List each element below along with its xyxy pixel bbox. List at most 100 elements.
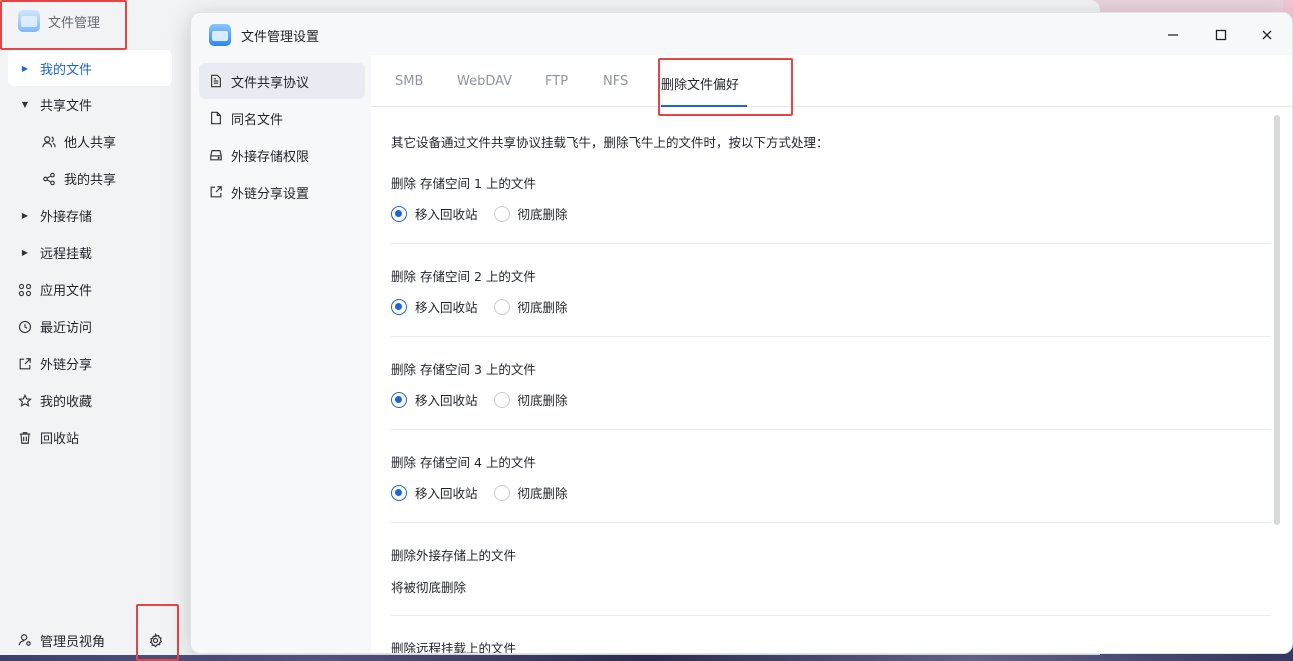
radio-group-storage-4: 移入回收站 彻底删除 [391, 483, 584, 502]
radio-delete-permanently[interactable] [493, 205, 510, 222]
radio-label: 彻底删除 [517, 207, 568, 222]
sidebar-item-app-files[interactable]: 应用文件 [0, 271, 180, 308]
sidebar-item-label: 最近访问 [40, 321, 93, 336]
sidebar-item-external-links[interactable]: 外链分享 [0, 345, 180, 382]
group-title-external-storage: 删除外接存储上的文件 [391, 548, 517, 563]
highlight-box-settings [136, 604, 179, 661]
minimize-button[interactable] [1163, 25, 1183, 45]
highlight-box-delete-tab [658, 58, 793, 116]
sidebar-item-my-files[interactable]: ▶ 我的文件 [8, 50, 172, 86]
sidebar-item-label: 我的收藏 [40, 395, 93, 410]
maximize-button[interactable] [1211, 25, 1231, 45]
sidebar-item-external-storage[interactable]: ▶ 外接存储 [0, 197, 180, 234]
radio-label: 移入回收站 [415, 207, 478, 222]
caret-right-icon: ▶ [21, 211, 29, 220]
group-title-remote-mount: 删除远程挂载上的文件 [391, 641, 517, 654]
trash-icon [18, 431, 32, 445]
file-icon [209, 111, 223, 125]
external-link-icon [209, 185, 223, 199]
radio-move-to-trash[interactable] [391, 205, 407, 222]
settings-content-panel: SMB WebDAV FTP NFS 删除文件偏好 其它设备通过文件共享协议挂载… [371, 55, 1292, 654]
share-icon [42, 172, 56, 186]
radio-delete-permanently[interactable] [493, 391, 510, 408]
external-link-icon [18, 357, 32, 371]
radio-group-storage-2: 移入回收站 彻底删除 [391, 297, 584, 316]
group-title-storage-3: 删除 存储空间 3 上的文件 [391, 362, 536, 377]
sidebar-item-recent[interactable]: 最近访问 [0, 308, 180, 345]
dialog-title: 文件管理设置 [241, 29, 320, 45]
close-icon [1262, 30, 1272, 40]
users-icon [42, 135, 56, 149]
sidebar-item-label: 外接存储 [40, 210, 93, 225]
radio-group-storage-1: 移入回收站 彻底删除 [391, 204, 584, 223]
apps-icon [18, 283, 32, 297]
nav-item-file-sharing-protocol[interactable]: 文件共享协议 [199, 63, 365, 99]
group-title-storage-4: 删除 存储空间 4 上的文件 [391, 455, 536, 470]
sidebar-item-label: 他人共享 [64, 136, 117, 151]
radio-group-storage-3: 移入回收站 彻底删除 [391, 390, 584, 409]
divider [391, 615, 1271, 616]
dialog-header: 文件管理设置 [191, 13, 1292, 57]
nav-item-same-name-files[interactable]: 同名文件 [199, 100, 365, 136]
drive-icon [209, 148, 223, 162]
radio-delete-permanently[interactable] [493, 298, 510, 315]
caret-right-icon: ▶ [21, 248, 29, 257]
maximize-icon [1215, 29, 1227, 41]
sidebar: ▶ 我的文件 ▼ 共享文件 他人共享 我的共享 ▶ 外接存储 ▶ 远程挂载 应用… [0, 50, 180, 456]
nav-item-external-link-settings[interactable]: 外链分享设置 [199, 174, 365, 210]
nav-item-label: 同名文件 [231, 112, 284, 128]
sidebar-item-label: 外链分享 [40, 358, 93, 373]
sidebar-item-remote-mount[interactable]: ▶ 远程挂载 [0, 234, 180, 271]
minimize-icon [1168, 34, 1178, 36]
tab-smb[interactable]: SMB [395, 74, 423, 89]
radio-label: 移入回收站 [415, 486, 478, 501]
group-title-storage-2: 删除 存储空间 2 上的文件 [391, 269, 536, 284]
tab-nfs[interactable]: NFS [603, 74, 628, 89]
admin-user-icon [18, 633, 32, 647]
caret-right-icon: ▶ [21, 63, 29, 73]
protocol-tabs: SMB WebDAV FTP NFS 删除文件偏好 [371, 55, 1292, 107]
nav-item-label: 外接存储权限 [231, 149, 310, 165]
sidebar-item-label: 回收站 [40, 432, 80, 447]
sidebar-item-label: 应用文件 [40, 284, 93, 299]
radio-label: 彻底删除 [517, 486, 568, 501]
radio-label: 彻底删除 [517, 300, 568, 315]
clock-icon [18, 320, 32, 334]
divider [391, 429, 1271, 430]
radio-label: 彻底删除 [517, 393, 568, 408]
highlight-box-app-title [0, 0, 127, 50]
sidebar-item-my-shares[interactable]: 我的共享 [0, 160, 180, 197]
sidebar-item-favorites[interactable]: 我的收藏 [0, 382, 180, 419]
sidebar-item-trash[interactable]: 回收站 [0, 419, 180, 456]
sidebar-item-shared-files[interactable]: ▼ 共享文件 [0, 86, 180, 123]
scrollbar[interactable] [1274, 115, 1280, 525]
radio-move-to-trash[interactable] [391, 391, 407, 408]
external-storage-note: 将被彻底删除 [391, 580, 467, 595]
admin-view-label: 管理员视角 [40, 634, 106, 650]
tab-ftp[interactable]: FTP [545, 74, 568, 89]
radio-move-to-trash[interactable] [391, 298, 407, 315]
divider [391, 522, 1271, 523]
settings-nav: 文件共享协议 同名文件 外接存储权限 外链分享设置 [199, 63, 365, 211]
group-title-storage-1: 删除 存储空间 1 上的文件 [391, 176, 536, 191]
sidebar-item-label: 共享文件 [40, 99, 93, 114]
sidebar-item-shared-with-me[interactable]: 他人共享 [0, 123, 180, 160]
divider [391, 336, 1271, 337]
radio-move-to-trash[interactable] [391, 484, 407, 501]
nav-item-label: 外链分享设置 [231, 186, 310, 202]
intro-text: 其它设备通过文件共享协议挂载飞牛，删除飞牛上的文件时，按以下方式处理： [391, 135, 829, 150]
divider [391, 243, 1271, 244]
sidebar-item-label: 我的文件 [40, 62, 93, 78]
radio-delete-permanently[interactable] [493, 484, 510, 501]
nav-item-label: 文件共享协议 [231, 75, 310, 91]
close-button[interactable] [1257, 25, 1277, 45]
nav-item-external-storage-permission[interactable]: 外接存储权限 [199, 137, 365, 173]
caret-down-icon: ▼ [21, 100, 29, 109]
star-icon [18, 393, 32, 408]
sidebar-item-label: 远程挂载 [40, 247, 93, 262]
sidebar-item-label: 我的共享 [64, 173, 117, 188]
radio-label: 移入回收站 [415, 300, 478, 315]
settings-app-logo-icon [209, 24, 231, 46]
tab-webdav[interactable]: WebDAV [457, 74, 512, 89]
radio-label: 移入回收站 [415, 393, 478, 408]
